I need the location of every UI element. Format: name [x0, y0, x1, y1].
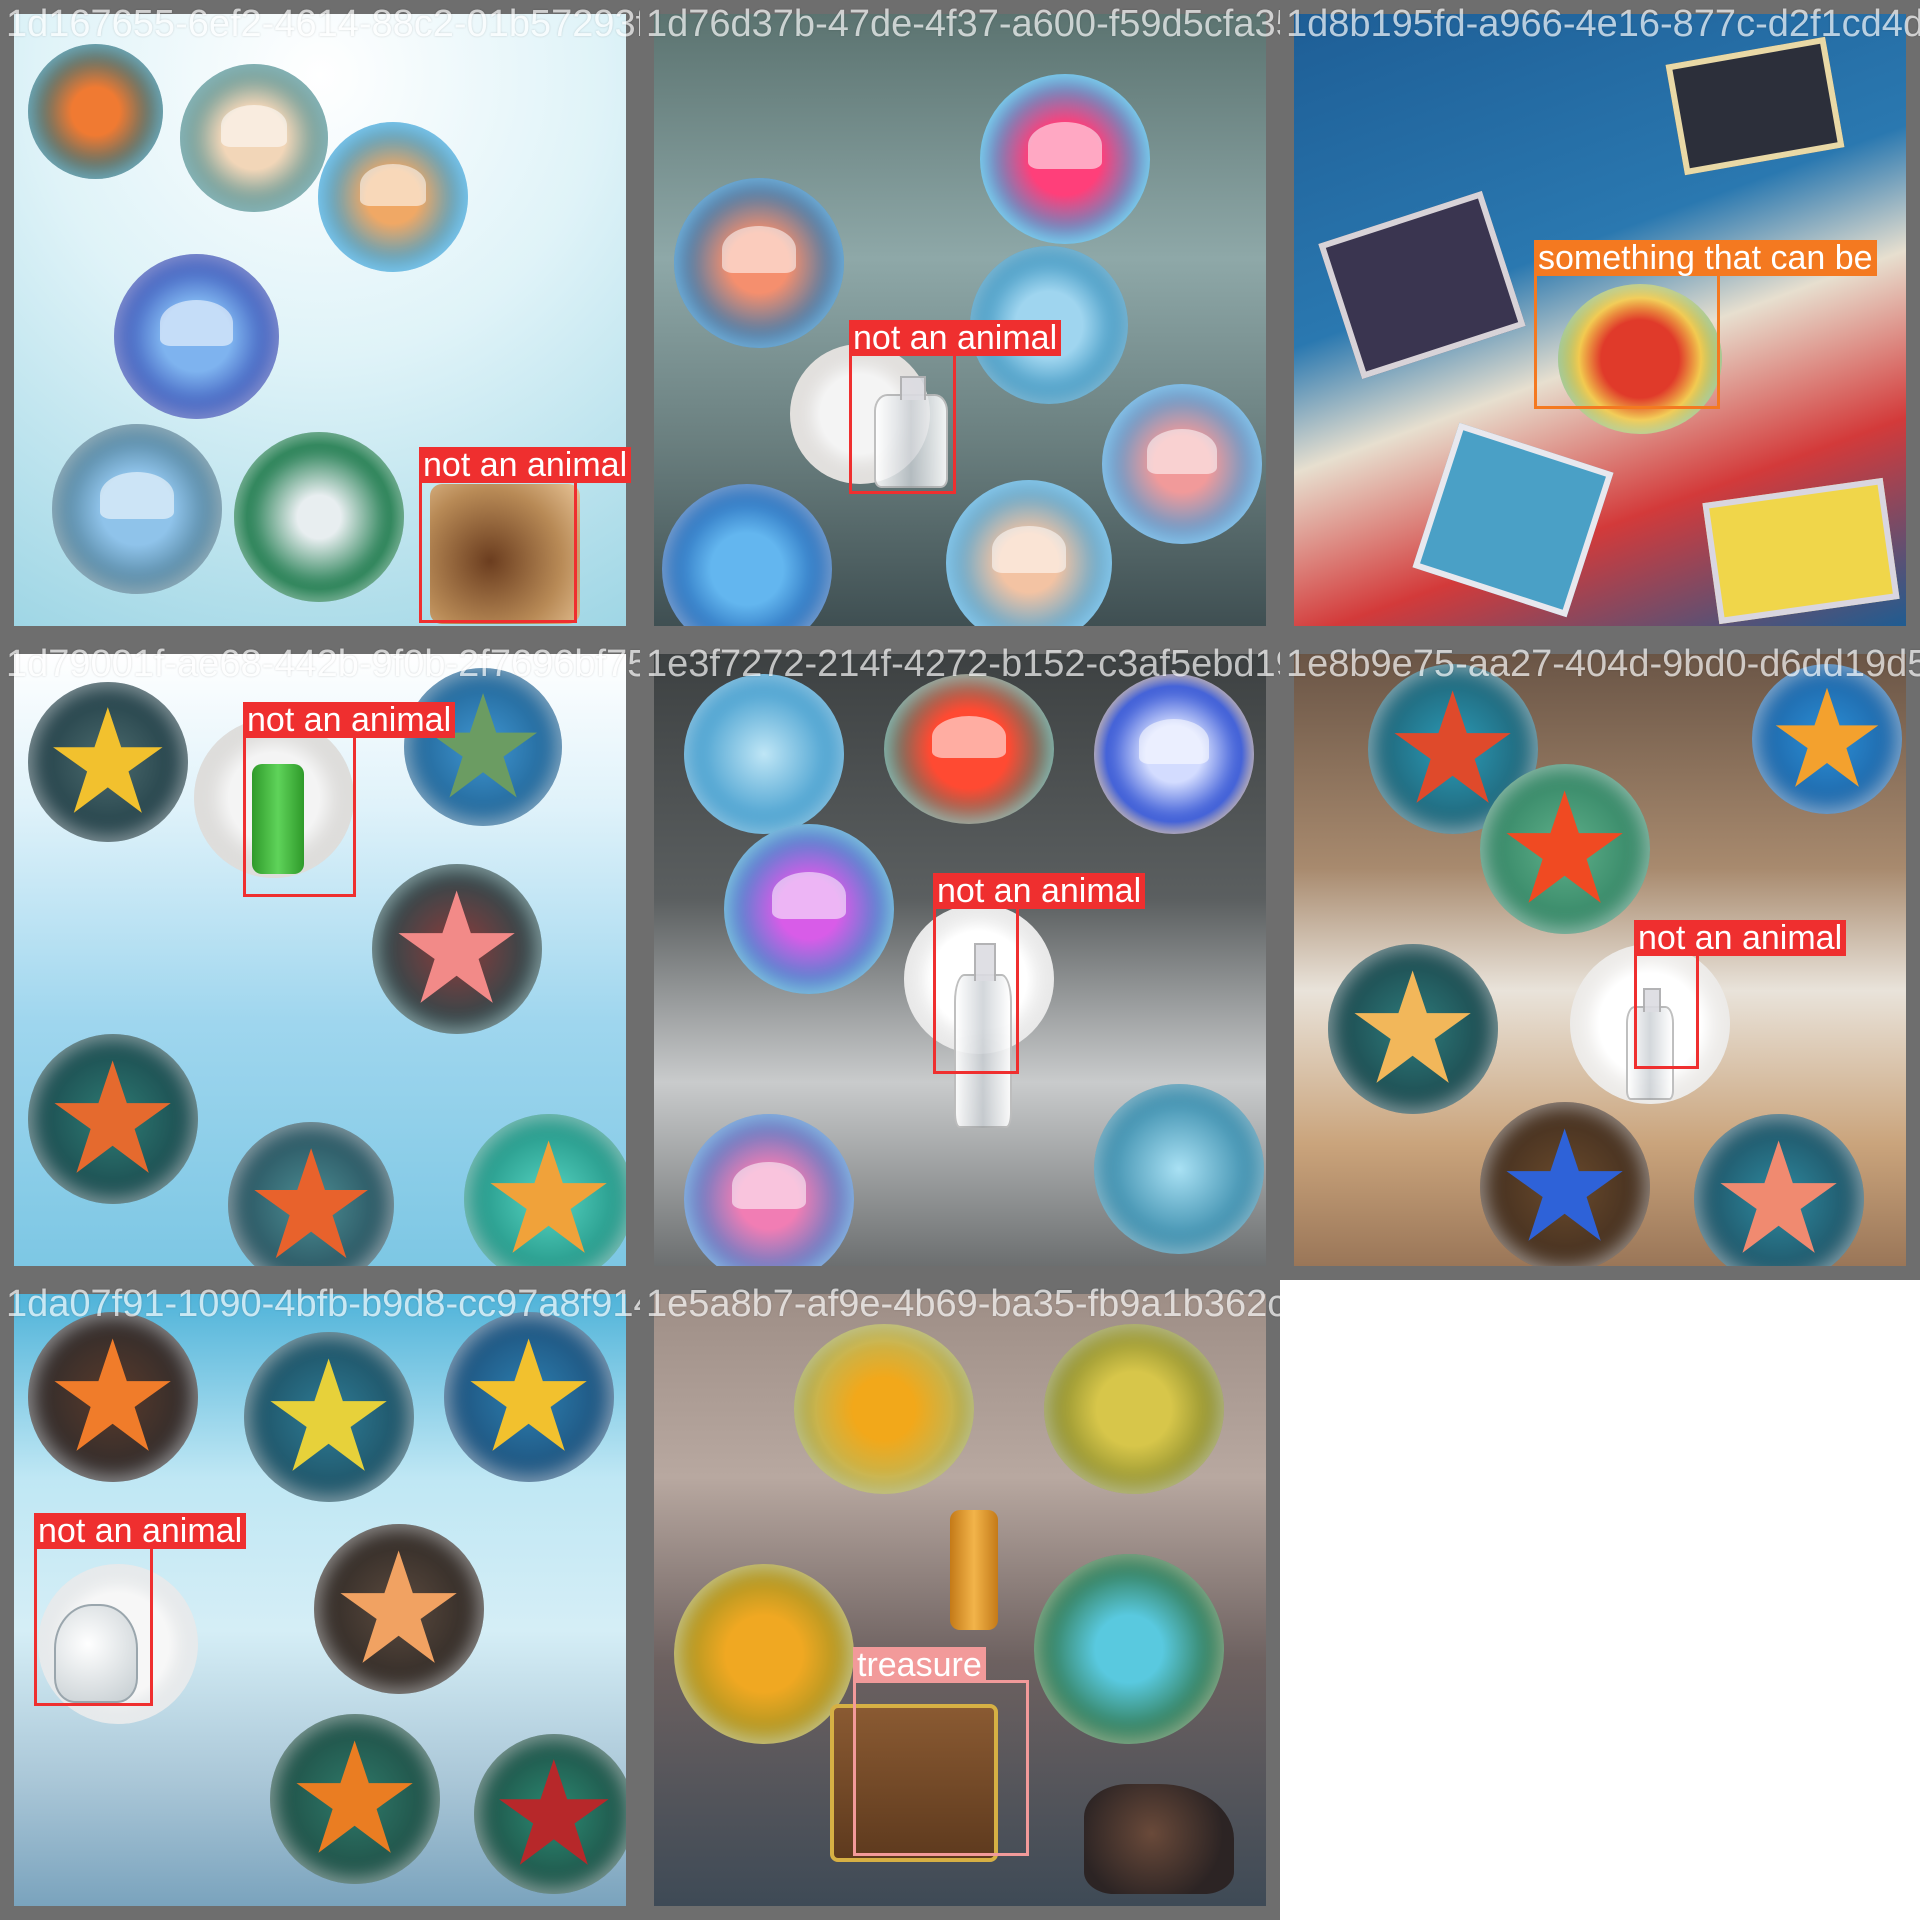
laptop-image — [1702, 477, 1900, 625]
detection-label: not an animal — [933, 873, 1146, 909]
shark-circle — [234, 432, 404, 602]
image-filename: 1da07f91-1090-4bfb-b9d8-cc97a8f914454.jp… — [6, 1283, 640, 1325]
starfish-circle — [444, 1312, 614, 1482]
jellyfish-circle — [884, 674, 1054, 824]
starfish-circle — [244, 1332, 414, 1502]
detection-box[interactable]: not an animal — [933, 873, 1146, 1074]
detection-label: not an animal — [849, 320, 1062, 356]
jellyfish-circle — [684, 674, 844, 834]
scene-image — [1294, 654, 1906, 1266]
bottle-image — [950, 1510, 998, 1630]
fish-circle — [1044, 1324, 1224, 1494]
image-filename: 1d167655-6ef2-4614-88c2-01b57293f96a.jpg — [6, 3, 640, 45]
detection-box[interactable]: not an animal — [1634, 920, 1847, 1069]
detection-box[interactable]: not an animal — [849, 320, 1062, 494]
tile-7[interactable]: 1da07f91-1090-4bfb-b9d8-cc97a8f914454.jp… — [0, 1280, 640, 1920]
tile-4[interactable]: 1d79001f-ae68-442b-9f0b-2f7696bf751c.jpg… — [0, 640, 640, 1280]
detection-label: treasure — [853, 1647, 986, 1683]
tile-1[interactable]: 1d167655-6ef2-4614-88c2-01b57293f96a.jpg… — [0, 0, 640, 640]
image-filename: 1d8b195fd-a966-4e16-877c-d2f1cd4da — [1286, 3, 1920, 45]
jellyfish-circle — [180, 64, 328, 212]
detection-box[interactable]: not an animal — [419, 447, 632, 623]
jellyfish-circle — [52, 424, 222, 594]
starfish-circle — [1480, 764, 1650, 934]
jellyfish-circle — [684, 1114, 854, 1266]
laptop-image — [1318, 190, 1526, 380]
jellyfish-circle — [980, 74, 1150, 244]
starfish-circle — [474, 1734, 626, 1894]
jellyfish-circle — [946, 480, 1112, 626]
starfish-circle — [28, 682, 188, 842]
detection-box[interactable]: treasure — [853, 1647, 1029, 1856]
detection-label: not an animal — [34, 1513, 247, 1549]
detection-label: not an animal — [1634, 920, 1847, 956]
starfish-circle — [314, 1524, 484, 1694]
jellyfish-circle — [114, 254, 279, 419]
shark-circle — [1034, 1554, 1224, 1744]
image-filename: 1e8b9e75-aa27-404d-9bd0-d6dd19d5 — [1286, 643, 1920, 685]
jellyfish-circle — [674, 178, 844, 348]
starfish-circle — [1480, 1102, 1650, 1266]
jellyfish-circle — [724, 824, 894, 994]
tile-5[interactable]: 1e3f7272-214f-4272-b152-c3af5ebd1968.jpg… — [640, 640, 1280, 1280]
tile-2[interactable]: 1d76d37b-47de-4f37-a600-f59d5cfa358b.jpg… — [640, 0, 1280, 640]
fish-circle — [794, 1324, 974, 1494]
detection-label: not an animal — [243, 702, 456, 738]
starfish-circle — [1752, 664, 1902, 814]
starfish-circle — [372, 864, 542, 1034]
starfish-circle — [1328, 944, 1498, 1114]
jellyfish-circle — [318, 122, 468, 272]
jellyfish-circle — [1094, 1084, 1264, 1254]
tile-3[interactable]: 1d8b195fd-a966-4e16-877c-d2f1cd4da somet… — [1280, 0, 1920, 640]
fish-circle — [674, 1564, 854, 1744]
laptop-image — [1665, 36, 1845, 176]
starfish-circle — [28, 1312, 198, 1482]
detection-label: not an animal — [419, 447, 632, 483]
jellyfish-circle — [662, 484, 832, 626]
starfish-circle — [404, 668, 562, 826]
detection-box[interactable]: not an animal — [34, 1513, 247, 1706]
laptop-image — [1412, 422, 1614, 618]
tile-8[interactable]: 1e5a8b7-af9e-4b69-ba35-fb9a1b362c47.jpg … — [640, 1280, 1280, 1920]
image-filename: 1d76d37b-47de-4f37-a600-f59d5cfa358b.jpg — [646, 3, 1280, 45]
boot-image — [1084, 1784, 1234, 1894]
image-filename: 1d79001f-ae68-442b-9f0b-2f7696bf751c.jpg — [6, 643, 640, 685]
starfish-circle — [28, 1034, 198, 1204]
starfish-circle — [1694, 1114, 1864, 1266]
image-filename: 1e5a8b7-af9e-4b69-ba35-fb9a1b362c47.jpg — [646, 1283, 1280, 1325]
octopus-circle — [28, 44, 163, 179]
detection-box[interactable]: something that can be — [1534, 240, 1877, 409]
detection-box[interactable]: not an animal — [243, 702, 456, 897]
image-filename: 1e3f7272-214f-4272-b152-c3af5ebd1968.jpg — [646, 643, 1280, 685]
jellyfish-circle — [1094, 674, 1254, 834]
jellyfish-circle — [1102, 384, 1262, 544]
starfish-circle — [464, 1114, 626, 1266]
starfish-circle — [228, 1122, 394, 1266]
tile-6[interactable]: 1e8b9e75-aa27-404d-9bd0-d6dd19d5 not an … — [1280, 640, 1920, 1280]
starfish-circle — [270, 1714, 440, 1884]
detection-label: something that can be — [1534, 240, 1877, 276]
